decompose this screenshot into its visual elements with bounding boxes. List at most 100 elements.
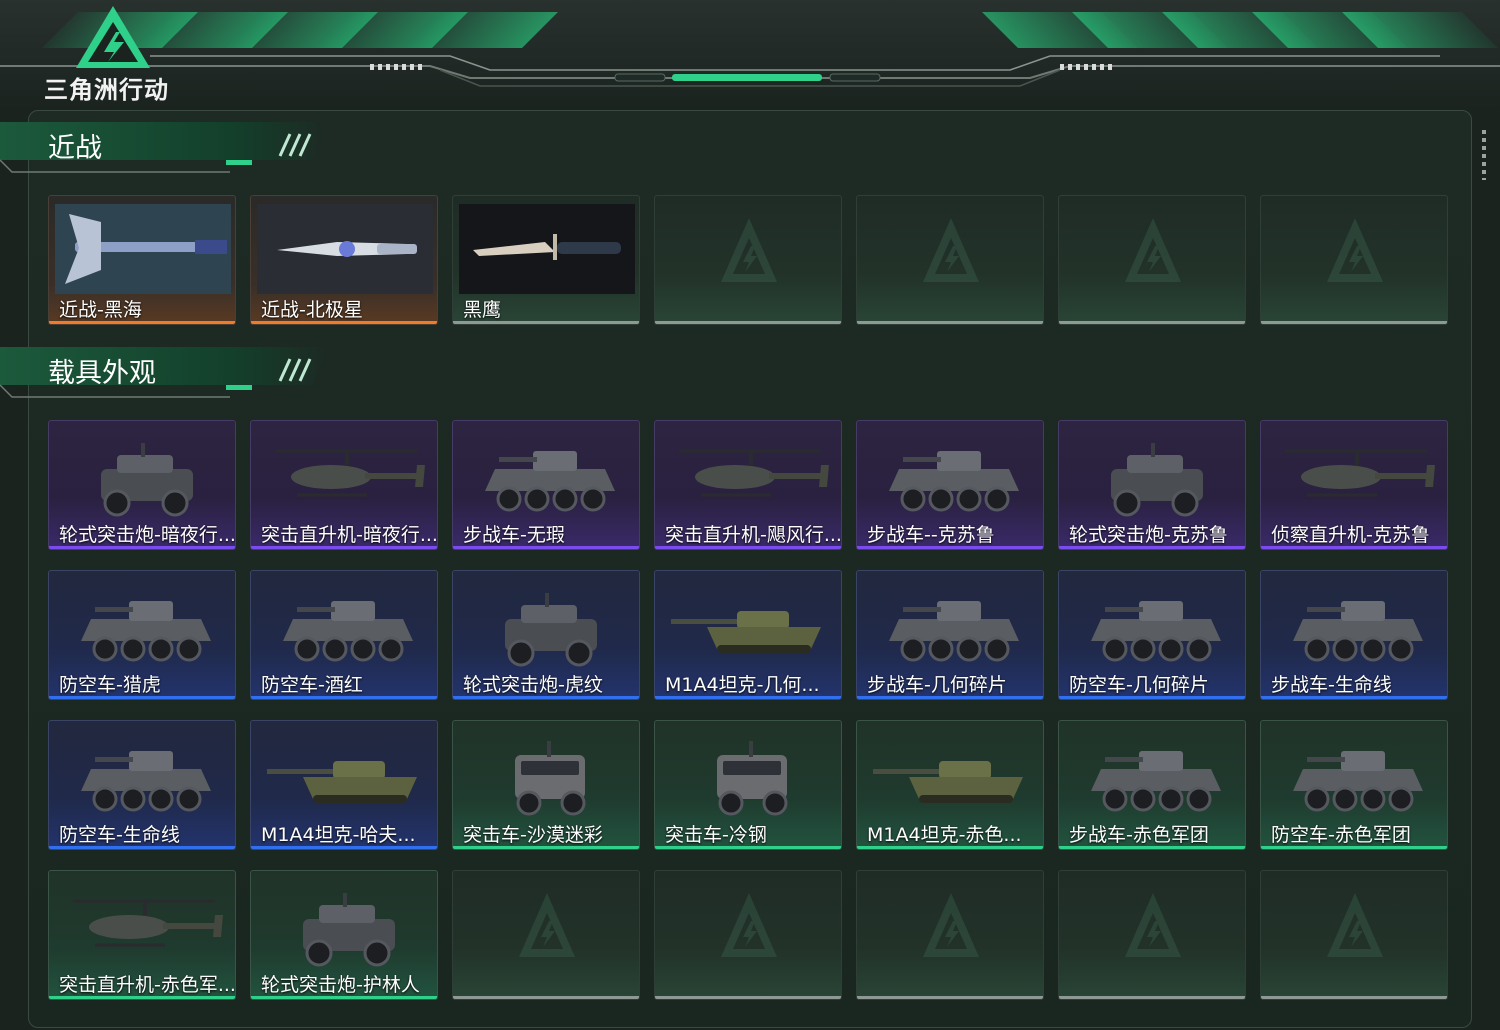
collection-card[interactable]: 轮式突击炮-克苏鲁 — [1058, 420, 1246, 550]
quality-bar — [1059, 321, 1245, 324]
delta-watermark-icon — [721, 893, 777, 957]
helicopter-icon — [1285, 449, 1435, 497]
empty-slot — [1260, 870, 1448, 1000]
card-label: 突击车-冷钢 — [665, 824, 767, 846]
helicopter-icon — [275, 449, 425, 497]
collection-card[interactable]: 步战车-无瑕 — [452, 420, 640, 550]
blade-icon — [257, 204, 433, 294]
section-header-vehicle-skins: 载具外观 — [0, 345, 330, 399]
quality-bar — [655, 696, 841, 699]
collection-card[interactable]: 步战车-几何碎片 — [856, 570, 1044, 700]
scroll-indicator[interactable] — [1482, 130, 1486, 180]
header-frame — [0, 55, 1500, 87]
collection-card[interactable]: 步战车-生命线 — [1260, 570, 1448, 700]
quality-bar — [1059, 846, 1245, 849]
quality-bar — [49, 321, 235, 324]
quality-bar — [49, 696, 235, 699]
apc-icon — [81, 601, 211, 662]
quality-bar — [251, 546, 437, 549]
card-label: 近战-黑海 — [59, 299, 142, 321]
delta-watermark-icon — [923, 218, 979, 282]
apc-icon — [81, 751, 211, 812]
quality-bar — [1059, 546, 1245, 549]
quality-bar — [1261, 546, 1447, 549]
tank-icon — [267, 761, 417, 803]
collection-card[interactable]: 黑鹰 — [452, 195, 640, 325]
card-label: 侦察直升机-克苏鲁 — [1271, 524, 1430, 546]
collection-card[interactable]: 防空车-生命线 — [48, 720, 236, 850]
delta-watermark-icon — [519, 893, 575, 957]
card-label: 黑鹰 — [463, 299, 502, 321]
quality-bar — [49, 996, 235, 999]
collection-card[interactable]: 突击车-沙漠迷彩 — [452, 720, 640, 850]
quality-bar — [857, 846, 1043, 849]
card-label: 突击直升机-赤色军... — [59, 974, 236, 996]
card-label: 防空车-猎虎 — [59, 674, 161, 696]
armored-car-icon — [101, 443, 193, 517]
collection-card[interactable]: 轮式突击炮-暗夜行... — [48, 420, 236, 550]
collection-card[interactable]: 步战车-赤色军团 — [1058, 720, 1246, 850]
card-label: M1A4坦克-几何... — [665, 674, 820, 696]
quality-bar — [655, 321, 841, 324]
quality-bar — [655, 996, 841, 999]
quality-bar — [857, 321, 1043, 324]
card-label: 步战车--克苏鲁 — [867, 524, 995, 546]
quality-bar — [857, 996, 1043, 999]
quality-bar — [453, 996, 639, 999]
collection-card[interactable]: 防空车-酒红 — [250, 570, 438, 700]
empty-slot — [856, 870, 1044, 1000]
empty-slot — [654, 870, 842, 1000]
empty-slot — [856, 195, 1044, 325]
quality-bar — [1261, 846, 1447, 849]
empty-slot — [654, 195, 842, 325]
section-title: 载具外观 — [48, 358, 156, 389]
collection-card[interactable]: 防空车-猎虎 — [48, 570, 236, 700]
collection-card[interactable]: 防空车-几何碎片 — [1058, 570, 1246, 700]
card-label: M1A4坦克-哈夫... — [261, 824, 416, 846]
quality-bar — [453, 546, 639, 549]
delta-watermark-icon — [1327, 218, 1383, 282]
card-label: 步战车-无瑕 — [463, 524, 565, 546]
quality-bar — [655, 546, 841, 549]
collection-card[interactable]: 突击直升机-飓风行... — [654, 420, 842, 550]
card-label: 防空车-赤色军团 — [1271, 824, 1411, 846]
apc-icon — [283, 601, 413, 662]
collection-card[interactable]: M1A4坦克-哈夫... — [250, 720, 438, 850]
tank-icon — [671, 611, 821, 653]
collection-card[interactable]: M1A4坦克-几何... — [654, 570, 842, 700]
card-label: 轮式突击炮-克苏鲁 — [1069, 524, 1228, 546]
collection-card[interactable]: 步战车--克苏鲁 — [856, 420, 1044, 550]
collection-card[interactable]: 防空车-赤色军团 — [1260, 720, 1448, 850]
collection-card[interactable]: 侦察直升机-克苏鲁 — [1260, 420, 1448, 550]
quality-bar — [49, 846, 235, 849]
collection-card[interactable]: 突击直升机-暗夜行... — [250, 420, 438, 550]
collection-card[interactable]: M1A4坦克-赤色... — [856, 720, 1044, 850]
quality-bar — [1059, 696, 1245, 699]
truck-icon — [717, 741, 788, 816]
card-label: 防空车-几何碎片 — [1069, 674, 1209, 696]
card-label: 步战车-几何碎片 — [867, 674, 1007, 696]
collection-card[interactable]: 轮式突击炮-护林人 — [250, 870, 438, 1000]
card-label: 突击车-沙漠迷彩 — [463, 824, 603, 846]
quality-bar — [1059, 996, 1245, 999]
apc-icon — [889, 451, 1019, 512]
quality-bar — [251, 846, 437, 849]
quality-bar — [251, 696, 437, 699]
apc-icon — [1293, 751, 1423, 812]
helicopter-icon — [73, 899, 223, 947]
collection-card[interactable]: 突击车-冷钢 — [654, 720, 842, 850]
collection-card[interactable]: 轮式突击炮-虎纹 — [452, 570, 640, 700]
apc-icon — [889, 601, 1019, 662]
card-label: 防空车-酒红 — [261, 674, 363, 696]
quality-bar — [1261, 996, 1447, 999]
section-title: 近战 — [48, 133, 102, 164]
collection-card[interactable]: 突击直升机-赤色军... — [48, 870, 236, 1000]
quality-bar — [49, 546, 235, 549]
quality-bar — [453, 846, 639, 849]
collection-card[interactable]: 近战-黑海 — [48, 195, 236, 325]
empty-slot — [452, 870, 640, 1000]
quality-bar — [453, 321, 639, 324]
card-label: 轮式突击炮-虎纹 — [463, 674, 603, 696]
logo-text: 三角洲行动 — [44, 76, 169, 104]
collection-card[interactable]: 近战-北极星 — [250, 195, 438, 325]
